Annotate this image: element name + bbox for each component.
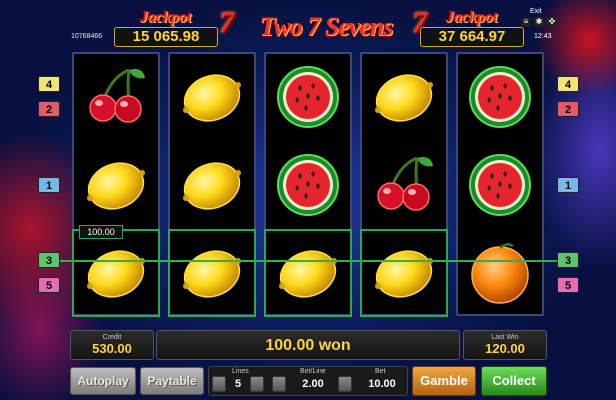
- bet-label: Bet: [375, 368, 386, 375]
- bet-line-value: 2.00: [302, 378, 324, 390]
- reel-2: [168, 52, 256, 316]
- lemon-icon: [362, 230, 446, 316]
- win-line: [60, 260, 560, 262]
- left-jackpot-label: Jackpot: [140, 9, 192, 26]
- line-marker-right[interactable]: 1: [557, 177, 579, 193]
- cherry-icon: [74, 54, 158, 140]
- bet-value: 10.00: [368, 378, 396, 390]
- reel-3: [264, 52, 352, 316]
- win-line-amount: 100.00: [79, 225, 123, 239]
- reel-1: [72, 52, 160, 316]
- lemon-icon: [170, 142, 254, 228]
- paytable-button[interactable]: Paytable: [140, 367, 204, 395]
- gamble-button[interactable]: Gamble: [412, 366, 476, 396]
- right-jackpot-value: 37 664.97: [420, 27, 524, 47]
- watermelon-icon: [458, 54, 542, 140]
- orange-icon: [458, 230, 542, 316]
- line-marker-left[interactable]: 5: [38, 277, 60, 293]
- bet-line-decrease-button[interactable]: [272, 376, 286, 392]
- collect-button[interactable]: Collect: [481, 366, 547, 396]
- control-icons: ≡ ✱ ✜: [521, 17, 557, 27]
- left-seven-icon: 7: [219, 6, 234, 39]
- lemon-icon: [74, 142, 158, 228]
- line-marker-left[interactable]: 3: [38, 252, 60, 268]
- last-win-label: Last Win: [491, 334, 519, 341]
- bet-line-increase-button[interactable]: [338, 376, 352, 392]
- lines-label: Lines: [232, 368, 249, 375]
- game-id: 10768466: [71, 33, 103, 40]
- credit-value: 530.00: [92, 341, 132, 356]
- line-marker-left[interactable]: 2: [38, 101, 60, 117]
- lemon-icon: [170, 54, 254, 140]
- lemon-icon: [170, 230, 254, 316]
- line-marker-right[interactable]: 5: [557, 277, 579, 293]
- clock: 12:43: [534, 33, 552, 40]
- right-jackpot-label: Jackpot: [446, 9, 498, 26]
- line-marker-right[interactable]: 4: [557, 76, 579, 92]
- settings-icon[interactable]: ✱: [534, 17, 544, 27]
- autoplay-button[interactable]: Autoplay: [70, 367, 136, 395]
- exit-button[interactable]: Exit: [530, 8, 542, 15]
- watermelon-icon: [266, 54, 350, 140]
- last-win-value: 120.00: [485, 341, 525, 356]
- win-message: 100.00 won: [156, 330, 460, 360]
- menu-icon[interactable]: ≡: [521, 17, 531, 27]
- watermelon-icon: [458, 142, 542, 228]
- line-marker-right[interactable]: 3: [557, 252, 579, 268]
- lemon-icon: [266, 230, 350, 316]
- lines-value: 5: [234, 378, 242, 390]
- lemon-icon: [362, 54, 446, 140]
- reel-5: [456, 52, 544, 316]
- last-win-panel: Last Win 120.00: [463, 330, 547, 360]
- line-marker-right[interactable]: 2: [557, 101, 579, 117]
- cherry-icon: [362, 142, 446, 228]
- left-jackpot-value: 15 065.98: [114, 27, 218, 47]
- line-marker-left[interactable]: 1: [38, 177, 60, 193]
- fullscreen-icon[interactable]: ✜: [547, 17, 557, 27]
- game-title: Two 7 Sevens: [259, 12, 394, 41]
- watermelon-icon: [266, 142, 350, 228]
- lines-increase-button[interactable]: [250, 376, 264, 392]
- lemon-icon: [74, 230, 158, 316]
- credit-label: Credit: [102, 334, 122, 341]
- bet-line-label: Bet/Line: [300, 368, 326, 375]
- credit-panel: Credit 530.00: [70, 330, 154, 360]
- lines-decrease-button[interactable]: [212, 376, 226, 392]
- line-marker-left[interactable]: 4: [38, 76, 60, 92]
- reel-4: [360, 52, 448, 316]
